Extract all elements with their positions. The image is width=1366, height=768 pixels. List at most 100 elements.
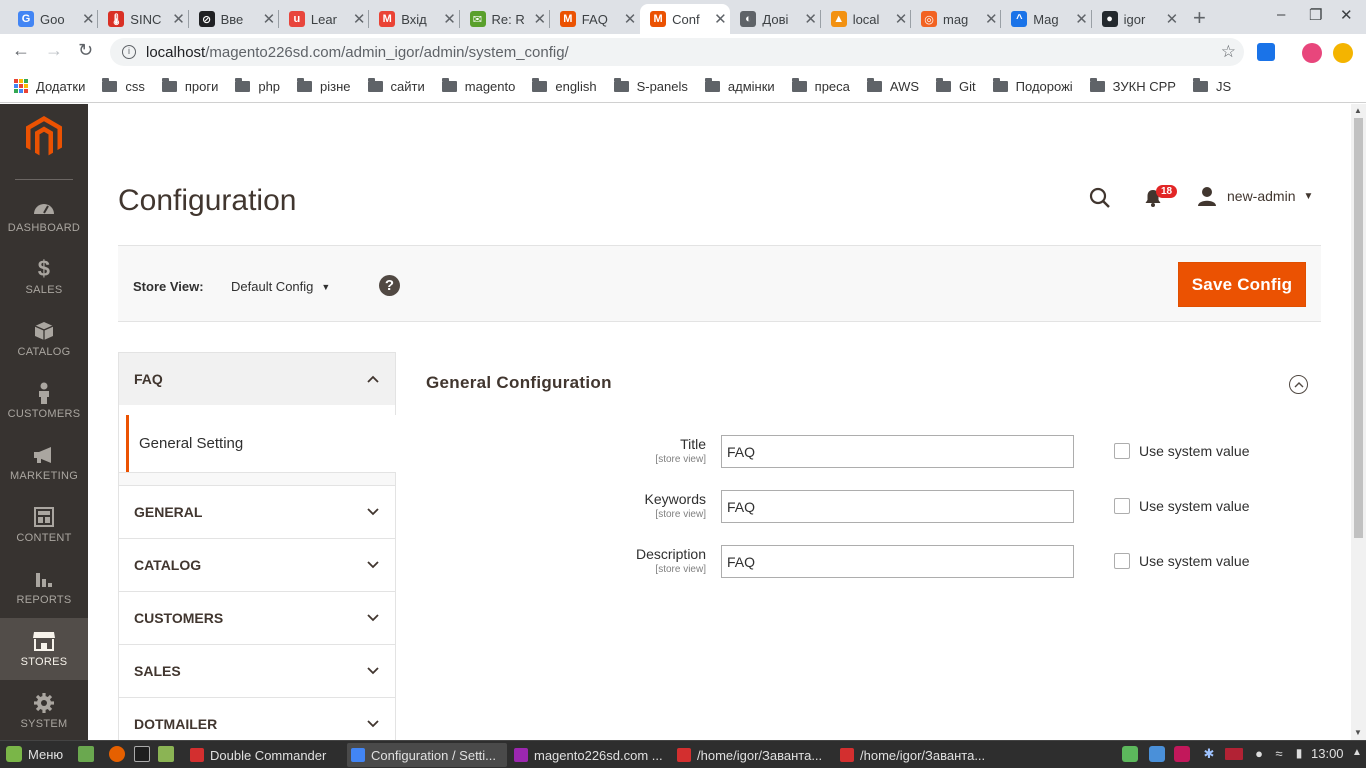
use-system-value-title[interactable]: Use system value bbox=[1114, 443, 1249, 459]
use-system-value-description[interactable]: Use system value bbox=[1114, 553, 1249, 569]
reload-icon[interactable]: ↻ bbox=[78, 40, 93, 61]
close-tab-icon[interactable]: ✕ bbox=[534, 10, 547, 28]
sidebar-item-dashboard[interactable]: DASHBOARD bbox=[0, 184, 88, 246]
show-desktop-icon[interactable] bbox=[78, 746, 94, 762]
close-tab-icon[interactable]: ✕ bbox=[804, 10, 817, 28]
bookmark-folder[interactable]: php bbox=[235, 77, 280, 94]
browser-tab[interactable]: ⊘ Вве ✕ bbox=[189, 4, 279, 34]
checkbox[interactable] bbox=[1114, 553, 1130, 569]
bookmark-folder[interactable]: S-panels bbox=[613, 77, 688, 94]
files-icon[interactable] bbox=[158, 746, 174, 762]
restore-icon[interactable]: ❐ bbox=[1309, 6, 1322, 24]
close-tab-icon[interactable]: ✕ bbox=[1166, 10, 1179, 28]
notifications-tray-icon[interactable]: ▲ bbox=[1352, 747, 1366, 763]
apps-shortcut[interactable]: Додатки bbox=[14, 79, 85, 94]
taskbar-window[interactable]: /home/igor/Заванта... bbox=[836, 743, 996, 767]
bookmark-star-icon[interactable]: ☆ bbox=[1221, 42, 1236, 62]
search-icon[interactable] bbox=[1088, 186, 1112, 210]
sidebar-item-system[interactable]: SYSTEM bbox=[0, 680, 88, 742]
sidebar-item-content[interactable]: CONTENT bbox=[0, 494, 88, 556]
collapse-section-icon[interactable] bbox=[1289, 375, 1308, 394]
clock[interactable]: 13:00 bbox=[1311, 746, 1344, 761]
browser-tab[interactable]: M Вхід ✕ bbox=[369, 4, 459, 34]
bookmark-folder[interactable]: english bbox=[532, 77, 597, 94]
new-tab-button[interactable]: + bbox=[1193, 5, 1206, 31]
browser-tab[interactable]: M Conf ✕ bbox=[640, 4, 731, 34]
tab-customers[interactable]: CUSTOMERS bbox=[118, 591, 396, 644]
sidebar-item-marketing[interactable]: MARKETING bbox=[0, 432, 88, 494]
url-field[interactable]: i localhost/magento226sd.com/admin_igor/… bbox=[110, 38, 1244, 66]
tab-catalog[interactable]: CATALOG bbox=[118, 538, 396, 591]
firefox-icon[interactable] bbox=[109, 746, 125, 762]
update-manager-icon[interactable] bbox=[1122, 746, 1138, 762]
user-menu[interactable]: new-admin ▼ bbox=[1197, 186, 1313, 206]
app-tray-icon[interactable] bbox=[1174, 746, 1190, 762]
taskbar-window[interactable]: /home/igor/Заванта... bbox=[673, 743, 833, 767]
close-tab-icon[interactable]: ✕ bbox=[353, 10, 366, 28]
checkbox[interactable] bbox=[1114, 498, 1130, 514]
tab-general[interactable]: GENERAL bbox=[118, 485, 396, 538]
back-icon[interactable]: ← bbox=[12, 40, 30, 61]
bookmark-folder[interactable]: JS bbox=[1192, 77, 1231, 94]
bookmark-folder[interactable]: Git bbox=[936, 77, 976, 94]
tab-faq[interactable]: FAQ bbox=[118, 352, 396, 406]
title-input[interactable] bbox=[721, 435, 1074, 468]
close-tab-icon[interactable]: ✕ bbox=[1075, 10, 1088, 28]
sidebar-item-customers[interactable]: CUSTOMERS bbox=[0, 370, 88, 432]
browser-tab[interactable]: G Goo ✕ bbox=[8, 4, 98, 34]
browser-tab[interactable]: ▲ local ✕ bbox=[821, 4, 911, 34]
scroll-up-icon[interactable]: ▲ bbox=[1354, 106, 1362, 115]
scrollbar-thumb[interactable] bbox=[1354, 118, 1363, 538]
sidebar-item-catalog[interactable]: CATALOG bbox=[0, 308, 88, 370]
close-tab-icon[interactable]: ✕ bbox=[172, 10, 185, 28]
browser-tab[interactable]: ◎ mag ✕ bbox=[911, 4, 1001, 34]
store-view-dropdown[interactable]: Default Config ▼ bbox=[231, 279, 330, 294]
browser-tab[interactable]: ● igor ✕ bbox=[1092, 4, 1182, 34]
bookmark-folder[interactable]: адмінки bbox=[704, 77, 775, 94]
close-tab-icon[interactable]: ✕ bbox=[714, 10, 727, 28]
start-menu-button[interactable]: Меню bbox=[6, 746, 63, 762]
browser-tab[interactable]: ◐ Дові ✕ bbox=[730, 4, 820, 34]
sidebar-item-reports[interactable]: REPORTS bbox=[0, 556, 88, 618]
user-tray-icon[interactable]: ● bbox=[1251, 746, 1267, 762]
bookmark-folder[interactable]: magento bbox=[441, 77, 515, 94]
close-tab-icon[interactable]: ✕ bbox=[985, 10, 998, 28]
extension-icon[interactable] bbox=[1257, 43, 1275, 61]
bookmark-folder[interactable]: сайти bbox=[367, 77, 425, 94]
notifications-badge[interactable]: 18 bbox=[1156, 185, 1178, 198]
browser-tab[interactable]: ✉ Re: R ✕ bbox=[460, 4, 550, 34]
close-tab-icon[interactable]: ✕ bbox=[263, 10, 276, 28]
bookmark-folder[interactable]: Подорожі bbox=[992, 77, 1073, 94]
bookmark-folder[interactable]: css bbox=[102, 77, 145, 94]
minimize-icon[interactable]: – bbox=[1277, 6, 1285, 23]
keywords-input[interactable] bbox=[721, 490, 1074, 523]
taskbar-window[interactable]: Configuration / Setti... bbox=[347, 743, 507, 767]
close-tab-icon[interactable]: ✕ bbox=[624, 10, 637, 28]
sidebar-item-sales[interactable]: $ SALES bbox=[0, 246, 88, 308]
site-info-icon[interactable]: i bbox=[122, 45, 136, 59]
browser-tab[interactable]: u Lear ✕ bbox=[279, 4, 369, 34]
checkbox[interactable] bbox=[1114, 443, 1130, 459]
use-system-value-keywords[interactable]: Use system value bbox=[1114, 498, 1249, 514]
profile-avatar[interactable] bbox=[1302, 43, 1322, 63]
save-config-button[interactable]: Save Config bbox=[1178, 262, 1306, 307]
shield-icon[interactable] bbox=[1149, 746, 1165, 762]
scroll-down-icon[interactable]: ▼ bbox=[1354, 728, 1362, 737]
description-input[interactable] bbox=[721, 545, 1074, 578]
wifi-icon[interactable]: ≈ bbox=[1271, 746, 1287, 762]
terminal-icon[interactable] bbox=[134, 746, 150, 762]
close-tab-icon[interactable]: ✕ bbox=[895, 10, 908, 28]
bookmark-folder[interactable]: проги bbox=[161, 77, 218, 94]
taskbar-window[interactable]: Double Commander bbox=[186, 743, 344, 767]
bluetooth-icon[interactable]: ✱ bbox=[1201, 746, 1217, 762]
tab-item-general-setting[interactable]: General Setting bbox=[126, 415, 396, 472]
update-icon[interactable] bbox=[1333, 43, 1353, 63]
bookmark-folder[interactable]: AWS bbox=[866, 77, 919, 94]
bookmark-folder[interactable]: преса bbox=[791, 77, 850, 94]
tab-sales[interactable]: SALES bbox=[118, 644, 396, 697]
forward-icon[interactable]: → bbox=[45, 40, 63, 61]
help-icon[interactable]: ? bbox=[379, 275, 400, 296]
close-tab-icon[interactable]: ✕ bbox=[443, 10, 456, 28]
browser-tab[interactable]: M FAQ ✕ bbox=[550, 4, 640, 34]
sidebar-item-stores[interactable]: STORES bbox=[0, 618, 88, 680]
